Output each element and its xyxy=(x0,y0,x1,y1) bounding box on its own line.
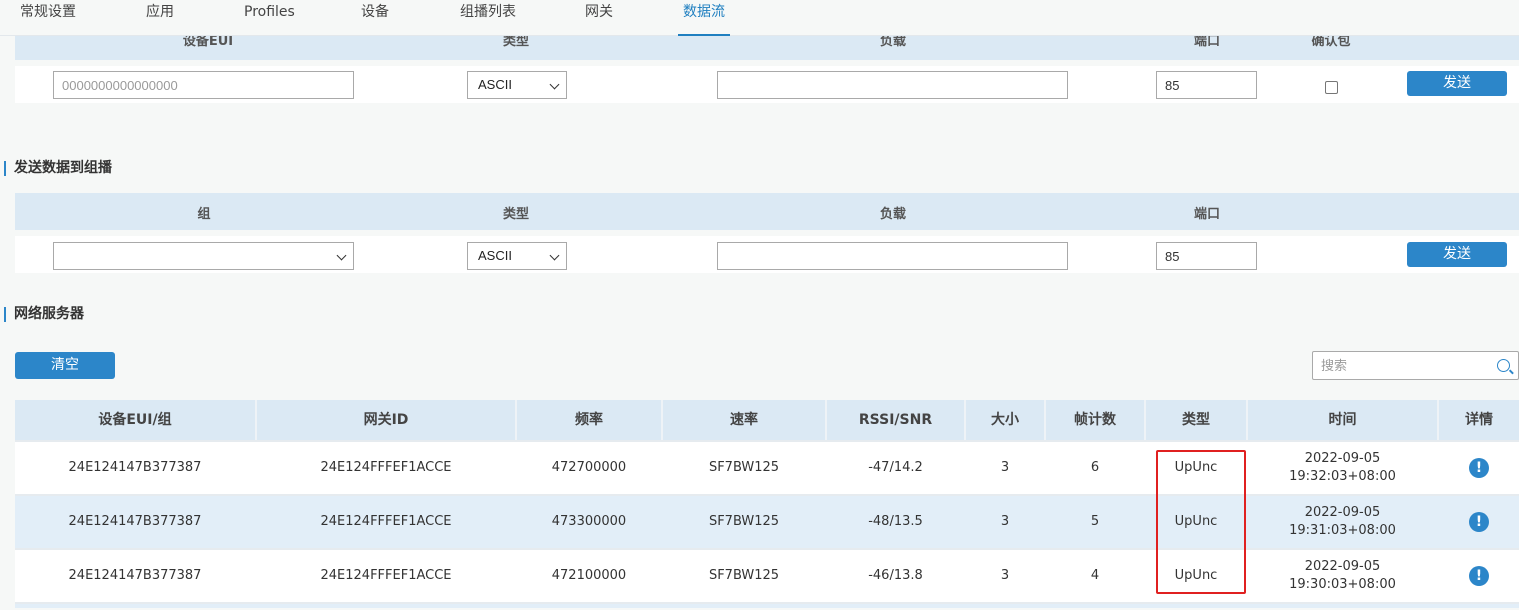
search-input[interactable] xyxy=(1313,352,1483,378)
row-frequency: 472100000 xyxy=(551,568,627,583)
row-details: ! xyxy=(1439,442,1519,494)
col-details: 详情 xyxy=(1465,412,1493,428)
col-type: 类型 xyxy=(502,36,530,49)
multicast-header: 组 类型 负载 端口 xyxy=(15,193,1519,230)
col-frame-count: 帧计数 xyxy=(1074,412,1116,428)
col-type: 类型 xyxy=(1182,412,1210,428)
multicast-payload-input[interactable] xyxy=(717,242,1068,270)
chevron-down-icon xyxy=(549,79,560,90)
row-size: 3 xyxy=(1000,568,1010,583)
table-row: 24E124147B377387 24E124FFFEF1ACCE 473300… xyxy=(15,494,1519,548)
tab-multicast-list[interactable]: 组播列表 xyxy=(460,0,516,36)
row-eui: 24E124147B377387 xyxy=(68,460,202,475)
device-payload-input[interactable] xyxy=(717,71,1068,99)
row-gateway: 24E124FFFEF1ACCE xyxy=(320,568,452,583)
col-group: 组 xyxy=(197,207,211,222)
device-eui-input[interactable] xyxy=(53,71,354,99)
row-eui: 24E124147B377387 xyxy=(68,514,202,529)
info-icon[interactable]: ! xyxy=(1469,566,1489,586)
row-details: ! xyxy=(1439,496,1519,548)
row-frequency: 473300000 xyxy=(551,514,627,529)
clear-button[interactable]: 清空 xyxy=(15,352,115,379)
row-eui: 24E124147B377387 xyxy=(68,568,202,583)
col-rssi-snr: RSSI/SNR xyxy=(858,412,933,428)
row-fcnt: 4 xyxy=(1090,568,1100,583)
row-time-text: 19:31:03+08:00 xyxy=(1289,523,1396,538)
row-rssi: -48/13.5 xyxy=(868,514,923,529)
network-server-title: 网络服务器 xyxy=(4,307,84,322)
info-icon[interactable]: ! xyxy=(1469,512,1489,532)
col-rate: 速率 xyxy=(730,412,758,428)
network-server-table: 设备EUI/组 网关ID 频率 速率 RSSI/SNR 大小 帧计数 类型 时间… xyxy=(15,400,1519,608)
table-row-partial xyxy=(15,602,1519,608)
multicast-type-value: ASCII xyxy=(478,248,512,263)
col-device-eui: 设备EUI xyxy=(182,36,234,49)
type-column-highlight xyxy=(1156,450,1246,594)
chevron-down-icon xyxy=(549,250,560,261)
multicast-send-button[interactable]: 发送 xyxy=(1407,242,1507,267)
col-frequency: 频率 xyxy=(575,412,603,428)
row-size: 3 xyxy=(1000,460,1010,475)
multicast-type-select[interactable]: ASCII xyxy=(467,242,567,270)
row-size: 3 xyxy=(1000,514,1010,529)
tab-devices[interactable]: 设备 xyxy=(361,0,389,36)
col-size: 大小 xyxy=(991,412,1019,428)
col-confirmed: 确认包 xyxy=(1311,36,1351,49)
device-type-select[interactable]: ASCII xyxy=(467,71,567,99)
tab-data-stream[interactable]: 数据流 xyxy=(678,0,730,36)
col-port: 端口 xyxy=(1193,36,1221,49)
row-gateway: 24E124FFFEF1ACCE xyxy=(320,514,452,529)
row-time: 2022-09-05 19:30:03+08:00 xyxy=(1248,550,1437,602)
table-row: 24E124147B377387 24E124FFFEF1ACCE 472100… xyxy=(15,548,1519,602)
tab-applications[interactable]: 应用 xyxy=(146,0,174,36)
col-payload: 负载 xyxy=(879,207,907,222)
row-rate: SF7BW125 xyxy=(708,514,780,529)
multicast-section-title: 发送数据到组播 xyxy=(4,161,112,176)
row-frequency: 472700000 xyxy=(551,460,627,475)
group-select[interactable] xyxy=(53,242,354,270)
row-details: ! xyxy=(1439,550,1519,602)
top-nav: 常规设置 应用 Profiles 设备 组播列表 网关 数据流 xyxy=(0,0,1519,36)
multicast-port-input[interactable] xyxy=(1156,242,1257,270)
row-rssi: -46/13.8 xyxy=(868,568,923,583)
chevron-down-icon xyxy=(336,250,347,261)
col-time: 时间 xyxy=(1328,412,1357,428)
col-device-eui-group: 设备EUI/组 xyxy=(98,412,172,428)
table-header: 设备EUI/组 网关ID 频率 速率 RSSI/SNR 大小 帧计数 类型 时间… xyxy=(15,400,1519,440)
col-payload: 负载 xyxy=(879,36,907,49)
row-rate: SF7BW125 xyxy=(708,460,780,475)
device-send-header: 设备EUI 类型 负载 端口 确认包 xyxy=(15,36,1519,60)
device-type-value: ASCII xyxy=(478,77,512,92)
info-icon[interactable]: ! xyxy=(1469,458,1489,478)
row-rate: SF7BW125 xyxy=(708,568,780,583)
device-port-input[interactable] xyxy=(1156,71,1257,99)
search-box[interactable] xyxy=(1312,351,1519,380)
row-time: 2022-09-05 19:31:03+08:00 xyxy=(1248,496,1437,548)
row-time-text: 19:32:03+08:00 xyxy=(1289,469,1396,484)
device-send-button[interactable]: 发送 xyxy=(1407,71,1507,96)
table-row: 24E124147B377387 24E124FFFEF1ACCE 472700… xyxy=(15,440,1519,494)
tab-gateways[interactable]: 网关 xyxy=(585,0,613,36)
row-date-text: 2022-09-05 xyxy=(1304,559,1381,574)
row-fcnt: 6 xyxy=(1090,460,1100,475)
row-time-text: 19:30:03+08:00 xyxy=(1289,577,1396,592)
col-gateway-id: 网关ID xyxy=(363,412,409,428)
row-time: 2022-09-05 19:32:03+08:00 xyxy=(1248,442,1437,494)
row-gateway: 24E124FFFEF1ACCE xyxy=(320,460,452,475)
col-type: 类型 xyxy=(502,207,530,222)
col-port: 端口 xyxy=(1193,207,1221,222)
confirmed-checkbox[interactable] xyxy=(1325,81,1338,94)
row-date-text: 2022-09-05 xyxy=(1304,505,1381,520)
row-rssi: -47/14.2 xyxy=(868,460,923,475)
search-icon[interactable] xyxy=(1497,359,1510,372)
tab-general-settings[interactable]: 常规设置 xyxy=(20,0,76,36)
tab-profiles[interactable]: Profiles xyxy=(244,0,295,36)
row-fcnt: 5 xyxy=(1090,514,1100,529)
row-date-text: 2022-09-05 xyxy=(1304,451,1381,466)
